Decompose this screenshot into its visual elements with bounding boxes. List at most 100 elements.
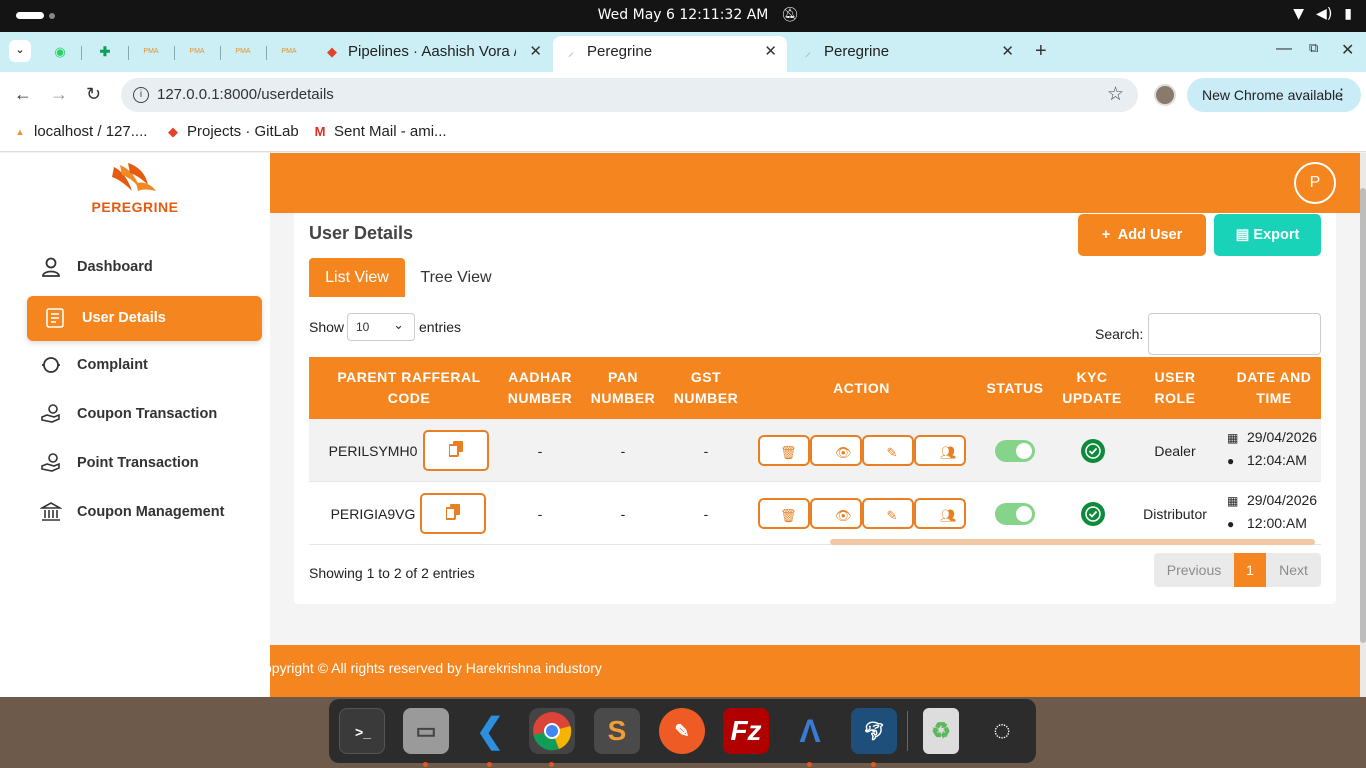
menu-kebab-icon[interactable]: ⋮	[1334, 78, 1349, 112]
tab-pipelines[interactable]: ◆ Pipelines · Aashish Vora / ✕	[314, 36, 552, 72]
dock: >_ ▭ ❮ S ✎ Fz Λ 🐬︎ ♻ ◌	[329, 699, 1036, 767]
files-app[interactable]: ▭	[403, 708, 449, 767]
view-button[interactable]: 👁︎	[810, 498, 862, 529]
browser-tab-strip: ⌄ ◉ ✚ PMA PMA PMA PMA ◆ Pipelines · Aash…	[0, 32, 1366, 72]
table-horizontal-scrollbar[interactable]	[830, 539, 1315, 545]
sublime-text-app[interactable]: S	[594, 708, 640, 754]
system-tray[interactable]: ▼ ◀) ▮	[1293, 6, 1352, 22]
search-input[interactable]	[1148, 313, 1321, 355]
terminal-app[interactable]: >_	[339, 708, 385, 754]
close-tab-icon[interactable]: ✕	[529, 36, 542, 68]
tab-peregrine-active[interactable]: ⸝ Peregrine ✕	[553, 36, 787, 72]
previous-page-button[interactable]: Previous	[1154, 553, 1234, 587]
table-row: PERIGIA9VG - - - 🗑︎ 👁︎ ✎ 👥︎ Distributor …	[309, 482, 1321, 545]
bookmark-localhost[interactable]: ▲ localhost / 127....	[12, 123, 148, 140]
copy-icon	[449, 441, 463, 457]
page-1-button[interactable]: 1	[1234, 553, 1266, 587]
vscode-app[interactable]: ❮	[467, 708, 513, 767]
back-arrow-icon[interactable]: ←	[14, 84, 32, 105]
status-toggle[interactable]	[995, 503, 1035, 525]
show-apps-button[interactable]: ◌	[979, 708, 1025, 754]
bookmark-gitlab[interactable]: ◆ Projects · GitLab	[165, 123, 299, 140]
export-button[interactable]: ▤ Export	[1214, 214, 1321, 256]
page-scrollbar-thumb[interactable]	[1360, 188, 1366, 643]
column-user-role[interactable]: USER ROLE	[1133, 357, 1217, 419]
column-status[interactable]: STATUS	[979, 357, 1051, 419]
pinned-tab-pma-4[interactable]: PMA	[278, 42, 300, 62]
close-tab-icon[interactable]: ✕	[1001, 36, 1014, 68]
footer: opyright © All rights reserved by Harekr…	[270, 645, 1360, 697]
site-info-icon[interactable]: i	[133, 87, 149, 103]
edit-button[interactable]: ✎	[862, 435, 914, 466]
new-chrome-available-button[interactable]: New Chrome available ⋮	[1187, 78, 1361, 112]
pinned-tab-pma-1[interactable]: PMA	[140, 42, 162, 62]
sidebar-item-point-transaction[interactable]: Point Transaction	[27, 441, 262, 486]
tab-peregrine[interactable]: ⸝ Peregrine ✕	[790, 36, 1024, 72]
column-date-and-time[interactable]: DATE AND TIME	[1223, 357, 1321, 419]
sidebar-item-user-details[interactable]: User Details	[27, 296, 262, 341]
delete-button[interactable]: 🗑︎	[758, 498, 810, 529]
copy-button[interactable]	[423, 430, 489, 471]
pinned-tab-pma-2[interactable]: PMA	[186, 42, 208, 62]
delete-button[interactable]: 🗑︎	[758, 435, 810, 466]
volume-icon: ◀)	[1316, 6, 1333, 22]
window-close-icon[interactable]: ✕	[1341, 40, 1354, 60]
tab-search-button[interactable]: ⌄	[9, 40, 31, 62]
pagination: Previous 1 Next	[1154, 553, 1321, 587]
add-user-button[interactable]: + Add User	[1078, 214, 1206, 256]
reload-icon[interactable]: ↻	[86, 84, 101, 105]
kyc-check-icon	[1081, 502, 1105, 526]
postman-app[interactable]: ✎	[659, 708, 705, 754]
chrome-app[interactable]	[529, 708, 575, 767]
sidebar-item-dashboard[interactable]: Dashboard	[27, 245, 262, 290]
anydesk-app[interactable]: Λ	[787, 708, 833, 767]
app-header: P	[270, 153, 1360, 213]
column-parent-referral-code[interactable]: PARENT RAFFERAL CODE	[329, 357, 489, 419]
show-label: Show	[309, 319, 345, 335]
minimize-icon[interactable]: —	[1276, 40, 1292, 58]
column-action[interactable]: ACTION	[754, 357, 969, 419]
column-gst-number[interactable]: GST NUMBER	[669, 357, 743, 419]
sidebar-item-coupon-transaction[interactable]: Coupon Transaction	[27, 392, 262, 437]
bookmark-star-icon[interactable]: ☆	[1107, 83, 1124, 106]
team-button[interactable]: 👥︎	[914, 498, 966, 529]
sidebar-item-complaint[interactable]: Complaint	[27, 343, 262, 388]
sheets-icon[interactable]: ✚	[94, 42, 116, 62]
users-icon: 👥︎	[940, 445, 957, 460]
gst-cell: -	[703, 505, 709, 522]
forward-arrow-icon[interactable]: →	[50, 84, 68, 105]
search-label: Search:	[1095, 326, 1144, 342]
edit-button[interactable]: ✎	[862, 498, 914, 529]
pinned-tab-pma-3[interactable]: PMA	[232, 42, 254, 62]
recycle-bin-icon: ♻	[923, 708, 959, 754]
page-title: User Details	[309, 223, 414, 243]
copy-button[interactable]	[420, 493, 486, 534]
whatsapp-icon[interactable]: ◉	[49, 42, 71, 62]
aadhar-cell: -	[537, 442, 543, 459]
notifications-muted-icon: 🔕︎	[781, 7, 799, 23]
new-tab-plus-icon[interactable]: +	[1035, 40, 1047, 63]
peregrine-favicon-icon: ⸝	[804, 44, 812, 59]
column-kyc-update[interactable]: KYC UPDATE	[1061, 357, 1123, 419]
tab-tree-view[interactable]: Tree View	[411, 258, 501, 297]
sidebar-item-coupon-management[interactable]: Coupon Management	[27, 490, 262, 535]
status-toggle[interactable]	[995, 440, 1035, 462]
restore-icon[interactable]: ⧉	[1309, 40, 1318, 56]
next-page-button[interactable]: Next	[1266, 553, 1321, 587]
filezilla-app[interactable]: Fz	[723, 708, 769, 754]
profile-avatar[interactable]	[1154, 84, 1176, 106]
bookmark-gmail[interactable]: M Sent Mail - ami...	[312, 123, 447, 140]
user-avatar[interactable]: P	[1294, 162, 1336, 204]
column-aadhar-number[interactable]: AADHAR NUMBER	[501, 357, 579, 419]
os-clock[interactable]: Wed May 6 12:11:32 AM	[0, 7, 1366, 23]
mysql-workbench-app[interactable]: 🐬︎	[851, 708, 897, 767]
view-button[interactable]: 👁︎	[810, 435, 862, 466]
page-length-select[interactable]: 10 ⌄	[347, 313, 415, 341]
team-button[interactable]: 👥︎	[914, 435, 966, 466]
trash-app[interactable]: ♻	[918, 708, 964, 754]
address-bar[interactable]: i 127.0.0.1:8000/userdetails ☆	[121, 78, 1138, 112]
url-text[interactable]: 127.0.0.1:8000/userdetails	[157, 86, 334, 103]
close-tab-icon[interactable]: ✕	[764, 36, 777, 68]
tab-list-view[interactable]: List View	[309, 258, 405, 297]
column-pan-number[interactable]: PAN NUMBER	[585, 357, 661, 419]
